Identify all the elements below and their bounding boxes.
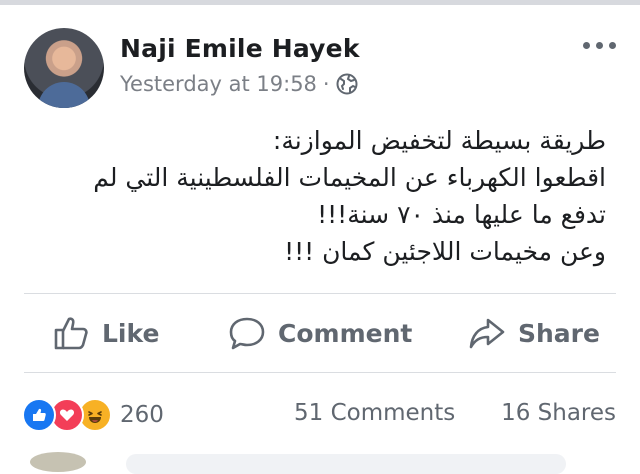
meta-separator: ·: [322, 72, 330, 96]
like-reaction-icon: [22, 398, 56, 432]
comment-label: Comment: [278, 318, 413, 348]
divider-bottom: [24, 372, 616, 373]
divider-top: [24, 293, 616, 294]
like-label: Like: [102, 318, 160, 348]
author-name[interactable]: Naji Emile Hayek: [120, 34, 360, 63]
engagement-stats: 260 51 Comments 16 Shares: [0, 384, 640, 444]
like-button[interactable]: Like: [52, 314, 159, 352]
comment-bubble: [126, 454, 566, 474]
globe-icon[interactable]: [336, 73, 358, 95]
top-separator: [0, 0, 640, 5]
comments-count-link[interactable]: 51 Comments: [294, 400, 455, 426]
thumbs-up-icon: [54, 317, 88, 350]
post-text-line: تدفع ما عليها منذ ٧٠ سنة!!!: [317, 200, 606, 229]
comment-icon: [229, 317, 265, 350]
shares-count-link[interactable]: 16 Shares: [501, 400, 616, 426]
comment-button[interactable]: Comment: [228, 314, 412, 352]
post-text-line: طريقة بسيطة لتخفيض الموازنة:: [272, 126, 606, 155]
post-text-line: اقطعوا الكهرباء عن المخيمات الفلسطينية ا…: [93, 163, 606, 192]
post-timestamp[interactable]: Yesterday at 19:58: [120, 72, 317, 96]
more-dot: [609, 42, 616, 49]
reactions-summary[interactable]: 260: [22, 398, 164, 432]
share-arrow-icon: [469, 318, 505, 349]
post-text: طريقة بسيطة لتخفيض الموازنة: اقطعوا الكه…: [46, 122, 606, 270]
share-label: Share: [518, 318, 600, 348]
commenter-avatar: [30, 452, 86, 472]
reaction-count: 260: [120, 402, 164, 428]
author-avatar[interactable]: [24, 28, 104, 108]
more-dot: [583, 42, 590, 49]
more-options-icon[interactable]: [583, 42, 616, 49]
share-button[interactable]: Share: [468, 314, 600, 352]
post-meta: Yesterday at 19:58 ·: [120, 72, 358, 96]
action-bar: Like Comment Share: [0, 300, 640, 366]
post-text-line: وعن مخيمات اللاجئين كمان !!!: [284, 237, 606, 266]
more-dot: [596, 42, 603, 49]
